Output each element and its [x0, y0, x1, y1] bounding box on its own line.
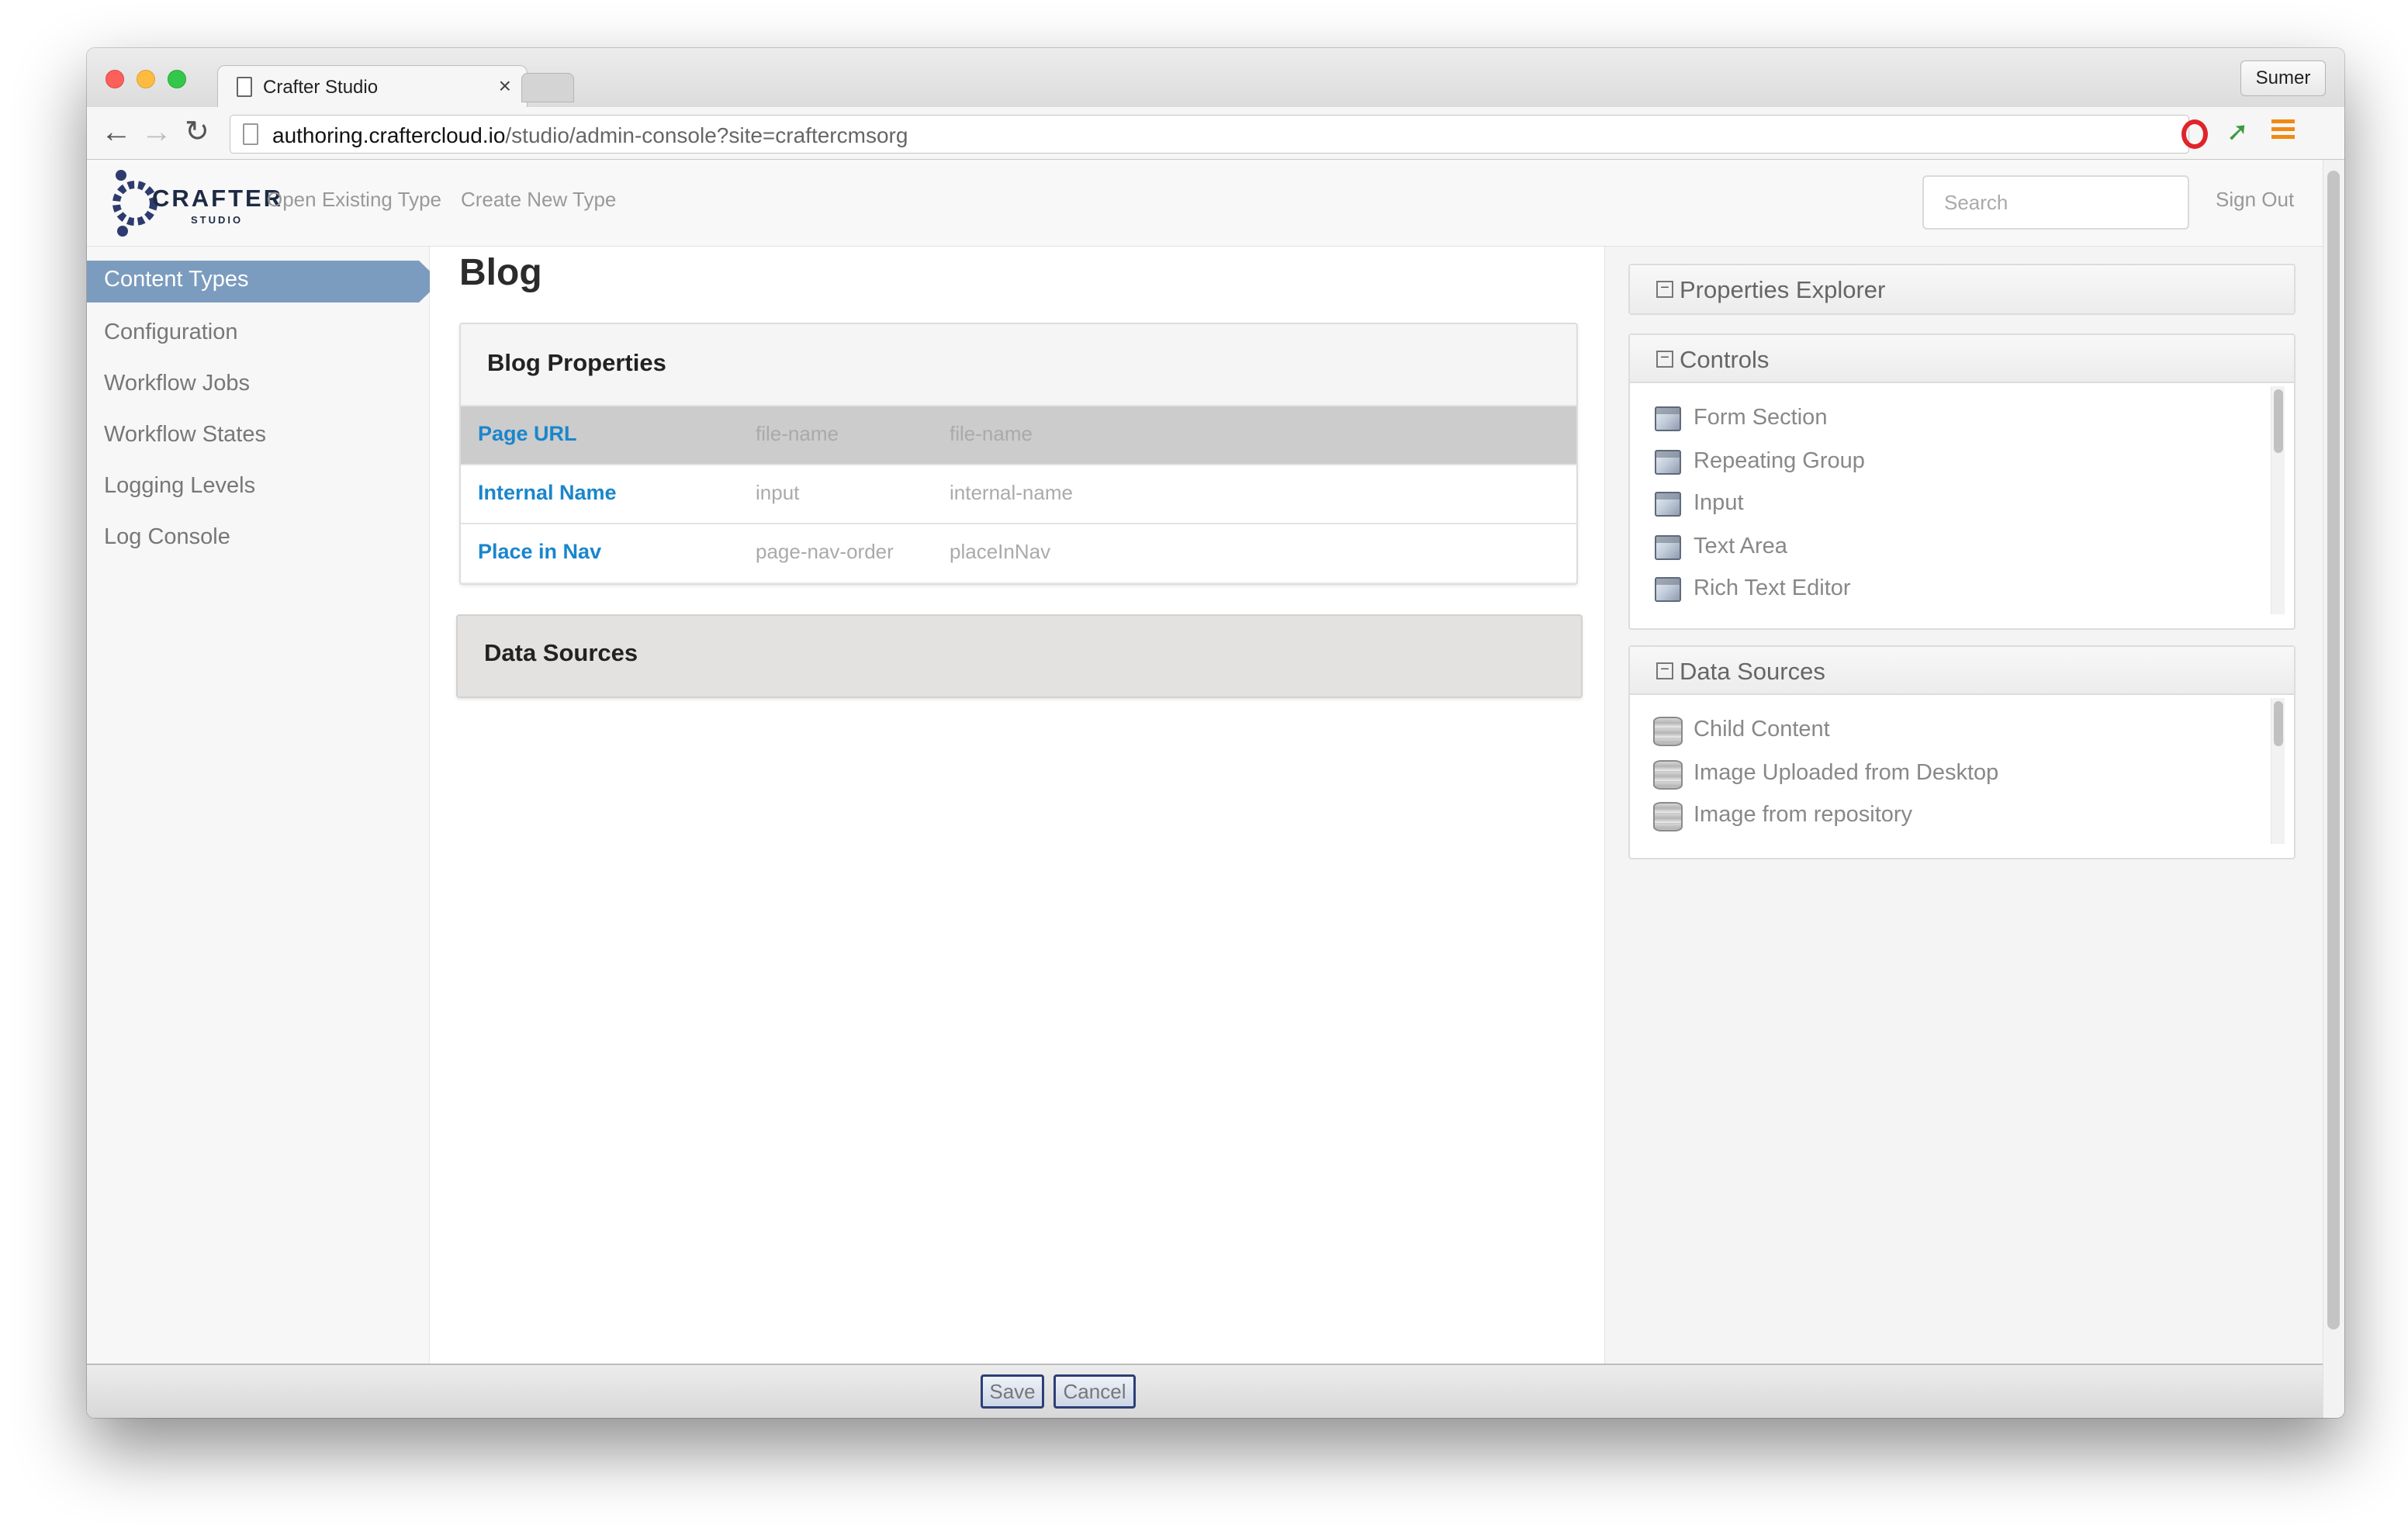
- field-id: internal-name: [950, 481, 1073, 504]
- panel-title: Controls: [1680, 346, 1770, 373]
- page-title: Blog: [459, 252, 542, 293]
- data-source-label: Image Uploaded from Desktop: [1694, 760, 1999, 785]
- collapse-icon[interactable]: −: [1656, 662, 1673, 679]
- database-icon: [1653, 717, 1683, 746]
- control-label: Repeating Group: [1694, 448, 1865, 473]
- page-content: CRAFTER STUDIO Open Existing Type Create…: [87, 160, 2323, 1418]
- field-type: file-name: [756, 422, 839, 445]
- extension-arrow-icon[interactable]: ➚: [2226, 116, 2249, 147]
- new-tab-button[interactable]: [521, 73, 574, 102]
- sidebar-item-workflow-jobs[interactable]: Workflow Jobs: [104, 371, 250, 396]
- field-type: input: [756, 481, 800, 504]
- url-path: /studio/admin-console?site=craftercmsorg: [505, 123, 908, 147]
- data-sources-panel: − Data Sources Child Content Image Uploa…: [1628, 645, 2296, 859]
- gear-logo-icon: [112, 170, 157, 237]
- properties-section[interactable]: Blog Properties Page URL file-name file-…: [459, 323, 1578, 585]
- control-label: Text Area: [1694, 534, 1787, 558]
- field-type: page-nav-order: [756, 540, 894, 563]
- cancel-button[interactable]: Cancel: [1054, 1374, 1136, 1409]
- browser-menu-icon[interactable]: [2271, 119, 2295, 143]
- sidebar: Content Types Configuration Workflow Job…: [87, 247, 441, 1364]
- tab-title: Crafter Studio: [263, 77, 379, 98]
- field-label: Place in Nav: [478, 540, 602, 563]
- page-scrollbar-thumb[interactable]: [2327, 171, 2340, 1329]
- reload-icon[interactable]: ↻: [185, 115, 209, 149]
- opera-extension-icon[interactable]: [2181, 119, 2208, 149]
- profile-button[interactable]: Sumer: [2240, 60, 2326, 96]
- data-sources-scrollbar[interactable]: [2271, 698, 2285, 844]
- control-label: Form Section: [1694, 405, 1828, 430]
- url-host: authoring.craftercloud.io: [272, 123, 506, 147]
- sidebar-item-logging-levels[interactable]: Logging Levels: [104, 473, 255, 499]
- controls-panel: − Controls Form Section Repeating Group …: [1628, 334, 2296, 630]
- sidebar-item-workflow-states[interactable]: Workflow States: [104, 422, 266, 448]
- panel-header[interactable]: − Properties Explorer: [1630, 265, 2294, 313]
- database-icon: [1653, 760, 1683, 790]
- control-label: Input: [1694, 490, 1744, 515]
- address-bar[interactable]: authoring.craftercloud.io/studio/admin-c…: [230, 115, 2189, 154]
- control-cube-icon: [1655, 450, 1681, 475]
- forward-arrow-icon[interactable]: →: [141, 115, 172, 149]
- scrollbar-thumb[interactable]: [2274, 701, 2283, 746]
- content-type-editor: Blog Blog Properties Page URL file-name …: [430, 247, 1604, 1364]
- data-sources-section[interactable]: Data Sources: [456, 614, 1583, 698]
- sidebar-item-configuration[interactable]: Configuration: [104, 320, 238, 345]
- right-panel: − Properties Explorer − Controls Form Se…: [1604, 247, 2323, 1364]
- field-row-place-in-nav[interactable]: Place in Nav page-nav-order placeInNav: [461, 523, 1576, 582]
- close-window-button[interactable]: [106, 70, 124, 88]
- footer-bar: Save Cancel: [87, 1364, 2323, 1418]
- save-button[interactable]: Save: [981, 1374, 1044, 1409]
- section-title: Data Sources: [484, 639, 638, 666]
- tab-close-icon[interactable]: ×: [499, 74, 511, 99]
- logo-subtext: STUDIO: [191, 214, 244, 226]
- control-cube-icon: [1655, 492, 1681, 517]
- controls-scrollbar[interactable]: [2271, 386, 2285, 614]
- data-source-label: Image from repository: [1694, 802, 1913, 827]
- field-label: Page URL: [478, 422, 577, 445]
- panel-title: Properties Explorer: [1680, 276, 1886, 303]
- scrollbar-thumb[interactable]: [2274, 389, 2283, 453]
- data-source-label: Child Content: [1694, 717, 1830, 742]
- field-label: Internal Name: [478, 481, 617, 504]
- maximize-window-button[interactable]: [168, 70, 186, 88]
- logo-text: CRAFTER: [152, 185, 284, 212]
- control-cube-icon: [1655, 577, 1681, 602]
- open-existing-type-link[interactable]: Open Existing Type: [267, 188, 441, 212]
- url-text: authoring.craftercloud.io/studio/admin-c…: [272, 123, 908, 148]
- page-icon: [243, 123, 258, 145]
- database-icon: [1653, 802, 1683, 831]
- field-id: placeInNav: [950, 540, 1051, 563]
- sidebar-item-label: Content Types: [104, 267, 249, 292]
- create-new-type-link[interactable]: Create New Type: [461, 188, 616, 212]
- field-row-internal-name[interactable]: Internal Name input internal-name: [461, 464, 1576, 523]
- control-cube-icon: [1655, 406, 1681, 431]
- minimize-window-button[interactable]: [137, 70, 155, 88]
- sign-out-link[interactable]: Sign Out: [2216, 188, 2294, 212]
- search-input[interactable]: Search: [1922, 175, 2189, 230]
- control-label: Rich Text Editor: [1694, 576, 1851, 600]
- title-bar: Crafter Studio × Sumer: [87, 48, 2344, 109]
- collapse-icon[interactable]: −: [1656, 280, 1673, 298]
- browser-toolbar: ← → ↻ authoring.craftercloud.io/studio/a…: [87, 107, 2344, 160]
- crafter-logo[interactable]: CRAFTER STUDIO: [112, 166, 281, 240]
- control-cube-icon: [1655, 535, 1681, 560]
- back-arrow-icon[interactable]: ←: [101, 115, 132, 149]
- browser-window: Crafter Studio × Sumer ← → ↻ authoring.c…: [87, 48, 2344, 1418]
- app-header: CRAFTER STUDIO Open Existing Type Create…: [87, 160, 2323, 247]
- panel-title: Data Sources: [1680, 658, 1825, 685]
- field-id: file-name: [950, 422, 1033, 445]
- section-title: Blog Properties: [487, 349, 666, 376]
- sidebar-item-log-console[interactable]: Log Console: [104, 524, 230, 550]
- field-row-page-url[interactable]: Page URL file-name file-name: [461, 405, 1576, 464]
- panel-header[interactable]: − Data Sources: [1630, 647, 2294, 695]
- sidebar-item-content-types[interactable]: Content Types: [87, 261, 441, 302]
- document-icon: [237, 77, 252, 97]
- panel-header[interactable]: − Controls: [1630, 335, 2294, 383]
- browser-tab[interactable]: Crafter Studio ×: [217, 65, 528, 109]
- collapse-icon[interactable]: −: [1656, 350, 1673, 368]
- properties-explorer-panel: − Properties Explorer: [1628, 264, 2296, 315]
